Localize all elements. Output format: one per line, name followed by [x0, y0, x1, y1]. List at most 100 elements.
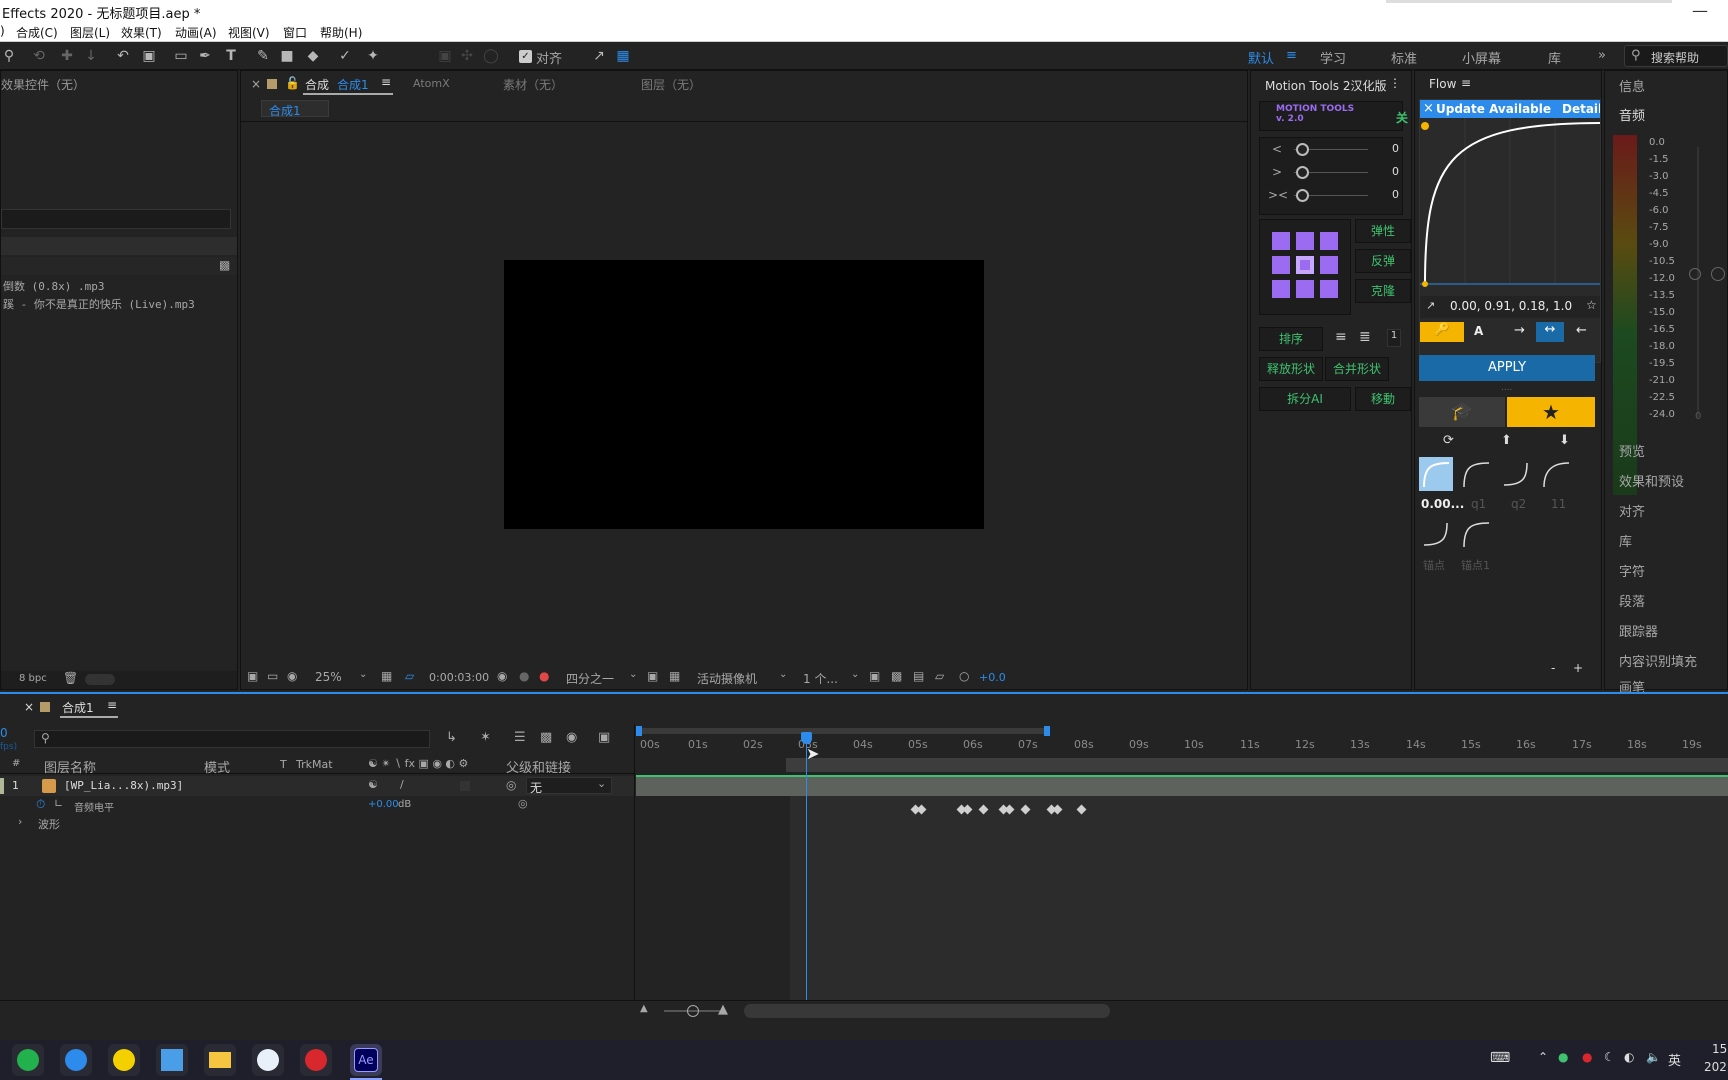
text-mode-icon[interactable]: A — [1474, 324, 1483, 338]
timeline-tab-label[interactable]: 合成1 — [62, 699, 94, 716]
clone-button[interactable]: 克隆 — [1355, 279, 1411, 303]
switches-icons[interactable]: ☯ ✴ ∖ fx ▣ ◉ ◐ ⚙ — [368, 757, 468, 770]
comp-canvas[interactable] — [504, 260, 984, 529]
shy-layers-icon[interactable]: ☰ — [514, 730, 526, 745]
resolution-chevron-icon[interactable]: ⌄ — [629, 669, 637, 680]
audio-tab[interactable]: 音频 — [1619, 105, 1645, 124]
audio-fader-knob-right[interactable] — [1711, 267, 1725, 281]
comp-tab-menu-icon[interactable]: ≡ — [381, 75, 391, 89]
rotate-tool-icon[interactable]: ↶ — [114, 47, 132, 65]
comp-breadcrumb[interactable]: 合成1 — [261, 100, 329, 118]
clock-date[interactable]: 202 — [1704, 1060, 1727, 1074]
drag-handle[interactable]: .... — [1501, 383, 1512, 393]
preset-thumb-6[interactable] — [1459, 517, 1493, 551]
tab-footage[interactable]: 素材（无） — [503, 76, 563, 93]
ease-both-slider[interactable] — [1296, 189, 1309, 202]
anchor-middle-right[interactable] — [1320, 256, 1338, 274]
panel-tracker[interactable]: 跟踪器 — [1619, 621, 1658, 640]
thumbnail-slider[interactable] — [85, 674, 115, 685]
workspace-default[interactable]: 默认 — [1248, 48, 1274, 67]
panel-content-aware-fill[interactable]: 内容识别填充 — [1619, 651, 1697, 670]
playhead-line[interactable] — [806, 736, 807, 1000]
panel-paragraph[interactable]: 段落 — [1619, 591, 1645, 610]
title-safe-icon[interactable]: ▦ — [381, 669, 392, 683]
brush-tool-icon[interactable]: ✎ — [254, 47, 272, 65]
export-icon[interactable]: ↗ — [1426, 299, 1435, 312]
work-area-start[interactable] — [636, 726, 642, 736]
edge-icon[interactable] — [60, 1044, 92, 1076]
menu-window[interactable]: 窗口 — [283, 24, 307, 41]
camera-chevron-icon[interactable]: ⌄ — [779, 669, 787, 680]
layer-shy-switch[interactable]: ☯ — [368, 778, 378, 791]
roto-brush-icon[interactable]: ✓ — [336, 47, 354, 65]
trash-icon[interactable]: 🗑 — [63, 671, 78, 685]
project-item-1[interactable]: 倒数 (0.8x) .mp3 — [3, 278, 104, 294]
favorites-star-icon[interactable]: ★ — [1507, 397, 1595, 427]
sort-number[interactable]: 1 — [1387, 329, 1401, 347]
transparency-grid-icon[interactable]: ▦ — [669, 669, 680, 683]
lock-icon[interactable]: 🔓 — [285, 76, 300, 90]
zoom-out-button[interactable]: - — [1551, 661, 1555, 675]
property-row[interactable]: ⏱ ∟ 音频电平 +0.00 dB ◎ — [0, 796, 634, 814]
tab-atomx[interactable]: AtomX — [413, 77, 450, 90]
close-icon[interactable]: × — [251, 77, 261, 91]
property-pick-whip-icon[interactable]: ◎ — [518, 797, 528, 810]
title-drag-region[interactable] — [1386, 0, 1672, 3]
workspace-standard[interactable]: 标准 — [1391, 48, 1417, 67]
panel-align[interactable]: 对齐 — [1619, 501, 1645, 520]
ease-out-slider[interactable] — [1296, 166, 1309, 179]
dolly-tool-icon[interactable]: ↓ — [82, 47, 100, 65]
views-chevron-icon[interactable]: ⌄ — [851, 669, 859, 680]
anchor-bottom-right[interactable] — [1320, 280, 1338, 298]
world-axis-icon[interactable]: ✣ — [458, 47, 476, 65]
after-effects-icon[interactable]: Ae — [350, 1044, 382, 1076]
ease-in-slider[interactable] — [1296, 143, 1309, 156]
panel-preview[interactable]: 预览 — [1619, 441, 1645, 460]
anchor-tool-icon[interactable]: ▣ — [140, 47, 158, 65]
snap-options-icon[interactable]: ↗ — [590, 47, 608, 65]
flow-title[interactable]: Flow — [1429, 77, 1456, 91]
zoom-in-icon[interactable]: ▲ — [718, 1002, 728, 1017]
curve-values[interactable]: 0.00, 0.91, 0.18, 1.0 — [1450, 299, 1572, 313]
comp-mini-flowchart-icon[interactable]: ↳ — [446, 730, 457, 745]
exposure-value[interactable]: +0.0 — [979, 671, 1006, 684]
tab-layer[interactable]: 图层（无） — [641, 76, 701, 93]
panel-library[interactable]: 库 — [1619, 531, 1632, 550]
anchor-top-center[interactable] — [1296, 232, 1314, 250]
download-icon[interactable]: ⬇ — [1559, 433, 1570, 448]
col-parent[interactable]: 父级和链接 — [506, 757, 571, 776]
rectangle-tool-icon[interactable]: ▭ — [172, 47, 190, 65]
show-snapshot-icon[interactable]: ● — [519, 669, 529, 683]
tray-expand-icon[interactable]: ⌃ — [1538, 1050, 1548, 1064]
layer-label-color[interactable] — [0, 778, 4, 794]
effects-controls-title[interactable]: 效果控件（无） — [1, 76, 85, 93]
sort-order-icon[interactable]: ≡ — [1335, 329, 1347, 345]
network-globe-icon[interactable]: ◐ — [1624, 1050, 1634, 1064]
flow-menu-icon[interactable]: ≡ — [1461, 76, 1471, 90]
off-button[interactable]: 关 — [1396, 109, 1408, 126]
release-shapes-button[interactable]: 释放形状 — [1259, 357, 1323, 381]
app-icon-1[interactable] — [12, 1044, 44, 1076]
apply-button[interactable]: APPLY — [1419, 355, 1595, 381]
col-mode[interactable]: 模式 — [204, 757, 230, 776]
layer-row[interactable]: 1 [WP_Lia...8x).mp3] ☯ / ◎ 无 ⌄ — [0, 776, 634, 796]
project-search[interactable] — [1, 209, 231, 229]
mask-visibility-icon[interactable]: ◉ — [287, 669, 297, 683]
timeline-search[interactable]: ⚲ — [34, 730, 430, 748]
project-item-2[interactable]: 蹊 - 你不是真正的快乐 (Live).mp3 — [3, 296, 195, 312]
anchor-bottom-center[interactable] — [1296, 280, 1314, 298]
work-area-bar[interactable] — [636, 728, 1048, 734]
layer-duration-bar[interactable] — [636, 776, 1728, 796]
file-explorer-icon[interactable] — [204, 1044, 236, 1076]
ease-out-arrow-icon[interactable]: → — [1514, 323, 1525, 338]
layer-name[interactable]: [WP_Lia...8x).mp3] — [64, 779, 183, 792]
layer-quality-switch[interactable]: / — [400, 778, 404, 791]
info-tab[interactable]: 信息 — [1619, 76, 1645, 95]
timeline-color-label[interactable] — [40, 702, 50, 712]
keyboard-icon[interactable]: ⌨ — [1490, 1050, 1510, 1066]
preset-thumb-1[interactable] — [1419, 457, 1453, 491]
volume-icon[interactable]: 🔈 — [1646, 1050, 1661, 1064]
ease-both-value[interactable]: 0 — [1392, 188, 1399, 201]
app-icon-4[interactable] — [156, 1044, 188, 1076]
curve-graph[interactable] — [1420, 118, 1601, 288]
